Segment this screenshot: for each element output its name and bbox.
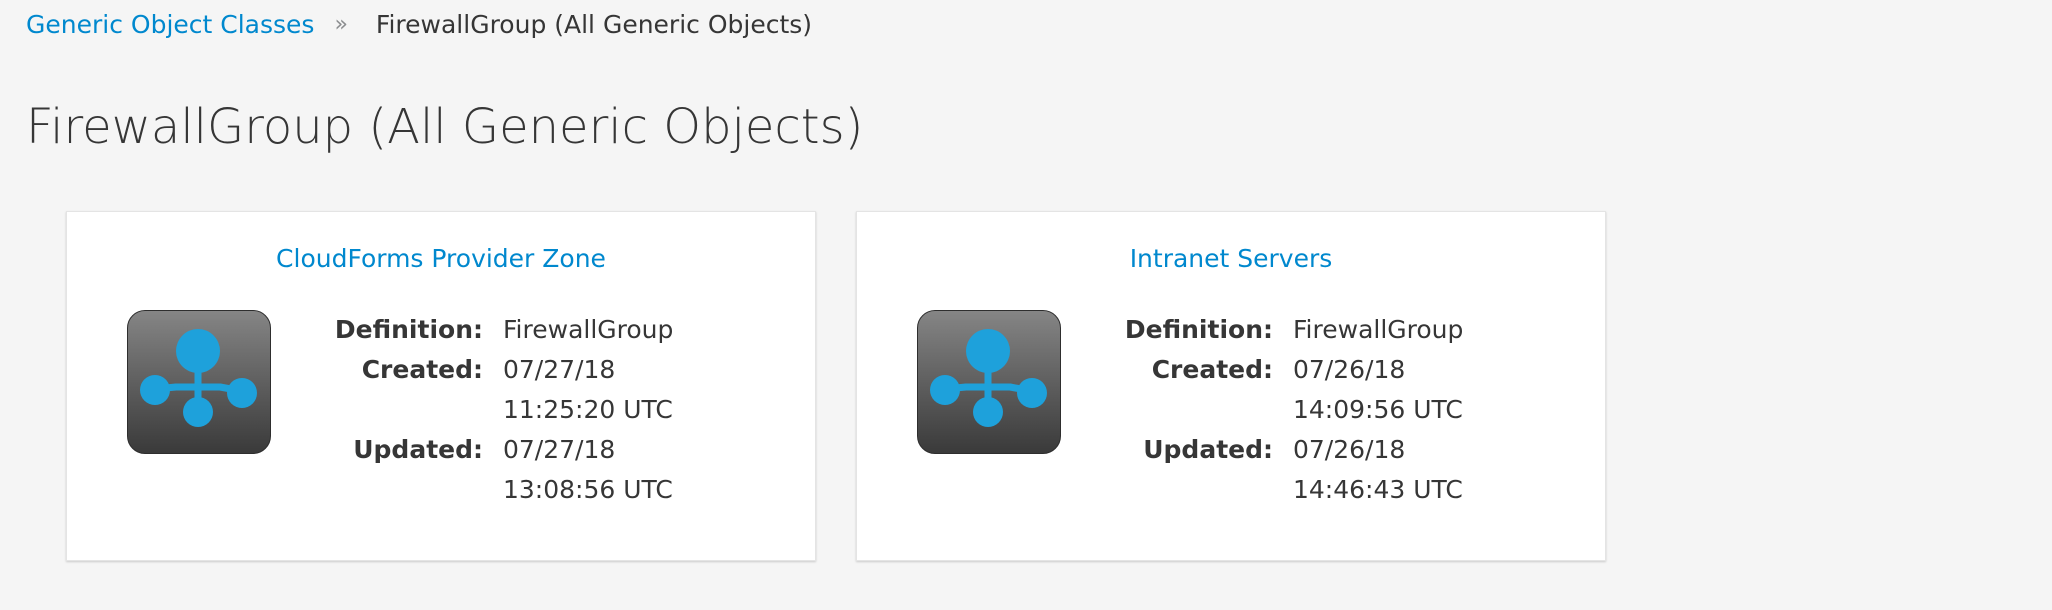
generic-object-card[interactable]: CloudForms Provider Zone Definition: Fir… (66, 211, 816, 561)
generic-object-icon[interactable] (127, 310, 271, 454)
updated-value: 07/26/18 14:46:43 UTC (1293, 435, 1463, 504)
property-definition: Definition: FirewallGroup (307, 310, 733, 350)
property-created: Created: 07/27/18 11:25:20 UTC (307, 350, 733, 430)
definition-label: Definition: (334, 315, 483, 344)
breadcrumb-current: FirewallGroup (All Generic Objects) (375, 9, 813, 39)
definition-value: FirewallGroup (1293, 315, 1464, 344)
hierarchy-icon (930, 329, 1047, 427)
card-title-link[interactable]: Intranet Servers (857, 244, 1605, 273)
updated-label: Updated: (1143, 435, 1273, 464)
breadcrumb-separator-icon: » (334, 11, 348, 37)
created-label: Created: (1151, 355, 1273, 384)
updated-value: 07/27/18 13:08:56 UTC (503, 435, 673, 504)
generic-object-icon[interactable] (917, 310, 1061, 454)
created-value: 07/27/18 11:25:20 UTC (503, 355, 673, 424)
property-updated: Updated: 07/27/18 13:08:56 UTC (307, 430, 733, 510)
updated-label: Updated: (353, 435, 483, 464)
breadcrumb-link-generic-object-classes[interactable]: Generic Object Classes (26, 10, 314, 39)
hierarchy-icon (140, 329, 257, 427)
definition-value: FirewallGroup (503, 315, 674, 344)
property-updated: Updated: 07/26/18 14:46:43 UTC (1097, 430, 1523, 510)
card-properties: Definition: FirewallGroup Created: 07/26… (1097, 310, 1523, 510)
generic-object-card[interactable]: Intranet Servers Definition: FirewallGro… (856, 211, 1606, 561)
created-value: 07/26/18 14:09:56 UTC (1293, 355, 1463, 424)
property-created: Created: 07/26/18 14:09:56 UTC (1097, 350, 1523, 430)
card-title-link[interactable]: CloudForms Provider Zone (67, 244, 815, 273)
created-label: Created: (361, 355, 483, 384)
definition-label: Definition: (1124, 315, 1273, 344)
breadcrumb: Generic Object Classes » FirewallGroup (… (26, 8, 812, 40)
page-title: FirewallGroup (All Generic Objects) (26, 99, 864, 155)
property-definition: Definition: FirewallGroup (1097, 310, 1523, 350)
card-properties: Definition: FirewallGroup Created: 07/27… (307, 310, 733, 510)
